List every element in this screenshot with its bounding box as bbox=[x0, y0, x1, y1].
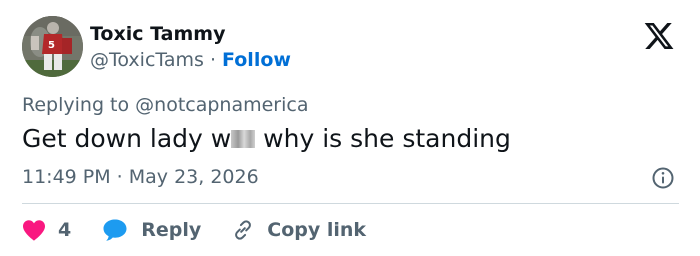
divider bbox=[22, 203, 679, 204]
heart-icon bbox=[22, 219, 46, 241]
link-icon bbox=[231, 218, 255, 242]
author-handle[interactable]: @ToxicTams bbox=[90, 49, 204, 71]
author-avatar[interactable]: 5 bbox=[22, 16, 83, 77]
tweet-timestamp[interactable]: 11:49 PM · May 23, 2026 bbox=[22, 165, 259, 189]
x-logo-icon[interactable] bbox=[641, 20, 677, 52]
like-count: 4 bbox=[58, 219, 72, 241]
reply-bubble-icon bbox=[102, 218, 128, 242]
author-display-name[interactable]: Toxic Tammy bbox=[90, 22, 225, 46]
copy-link-label: Copy link bbox=[267, 219, 367, 241]
tweet-card: 5 Toxic Tammy @ToxicTams · Follow Replyi… bbox=[0, 0, 700, 256]
football-player-avatar-icon: 5 bbox=[22, 16, 83, 77]
reply-button[interactable]: Reply bbox=[102, 218, 201, 242]
author-handle-row: @ToxicTams · Follow bbox=[90, 48, 291, 72]
separator-dot: · bbox=[209, 49, 216, 71]
copy-link-button[interactable]: Copy link bbox=[231, 218, 366, 242]
tweet-text: Get down lady w why is she standing bbox=[22, 123, 511, 155]
reply-label: Reply bbox=[141, 219, 202, 241]
svg-text:5: 5 bbox=[48, 40, 55, 51]
censored-word-blur bbox=[231, 130, 256, 148]
follow-button[interactable]: Follow bbox=[222, 49, 291, 71]
info-icon[interactable] bbox=[651, 166, 675, 190]
replying-to[interactable]: Replying to @notcapnamerica bbox=[22, 93, 308, 117]
tweet-text-end: why is she standing bbox=[255, 124, 511, 153]
like-button[interactable]: 4 bbox=[22, 219, 71, 241]
tweet-text-start: Get down lady w bbox=[22, 124, 232, 153]
action-bar: 4 Reply Copy link bbox=[22, 214, 366, 246]
